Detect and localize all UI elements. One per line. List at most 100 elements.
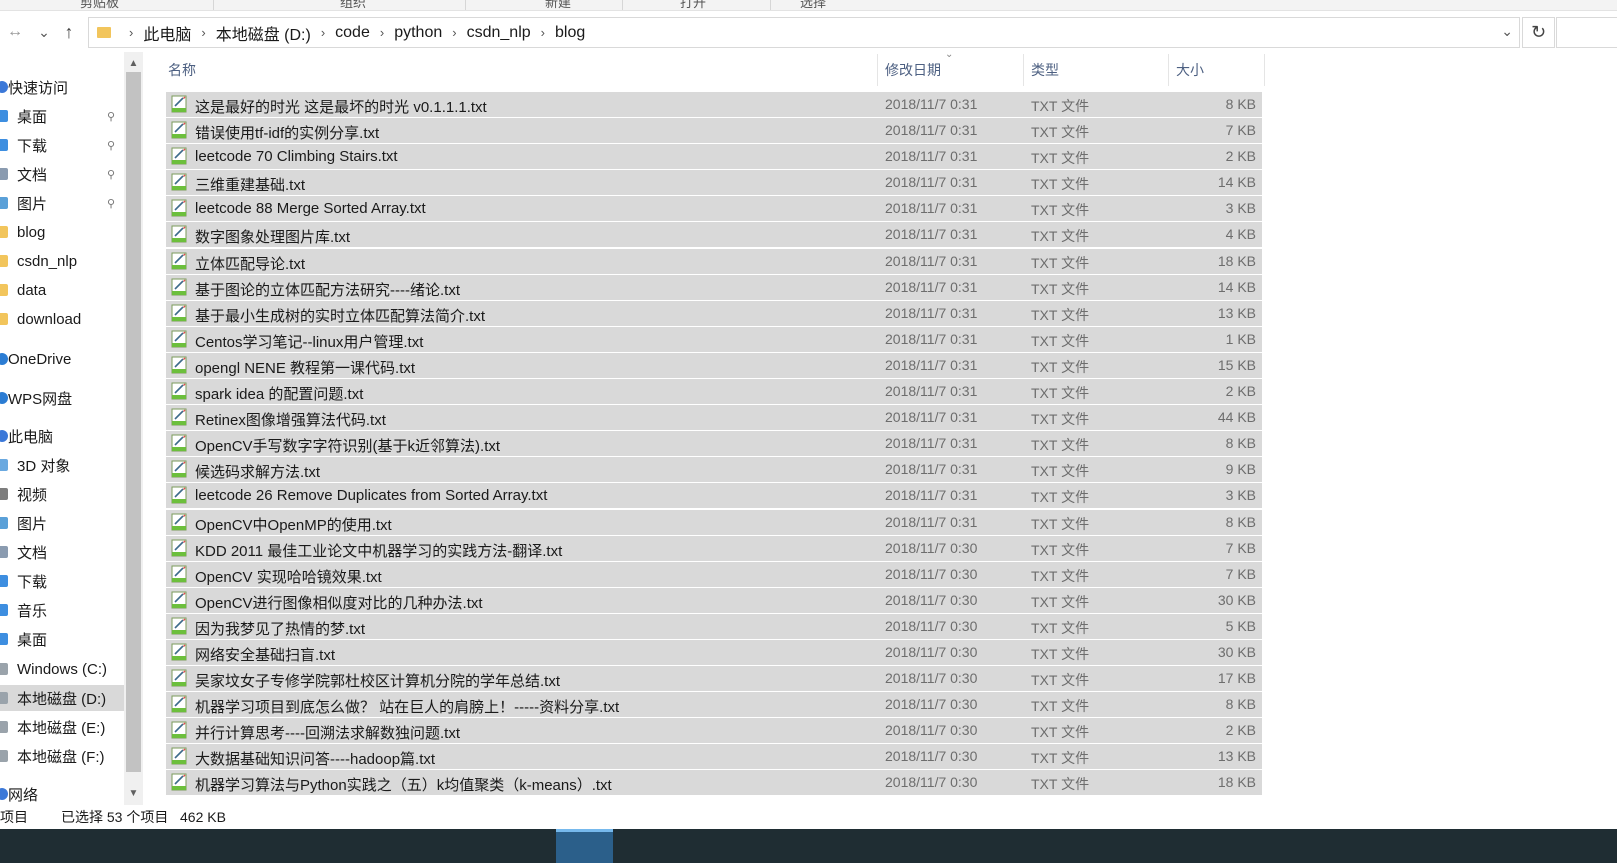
breadcrumb-item[interactable]: › 本地磁盘 (D:) [191,21,310,45]
sidebar-item[interactable]: 下载 [0,568,125,594]
sidebar-item[interactable]: 文档 ⚲ [0,161,125,187]
file-name[interactable]: 基于最小生成树的实时立体匹配算法简介.txt [195,305,485,326]
file-name[interactable]: 并行计算思考----回溯法求解数独问题.txt [195,722,460,743]
file-name[interactable]: 基于图论的立体匹配方法研究----绪论.txt [195,279,460,300]
file-row[interactable]: OpenCV 实现哈哈镜效果.txt 2018/11/7 0:30 TXT 文件 7 … [166,561,1262,587]
sidebar-item[interactable]: 快速访问 [0,74,125,100]
file-name[interactable]: 吴家坟女子专修学院郭杜校区计算机分院的学年总结.txt [195,670,560,691]
column-header-size[interactable]: 大小 [1176,52,1204,88]
column-header-name[interactable]: 名称 [168,52,196,88]
sidebar-item[interactable]: data [0,277,125,303]
sidebar-item[interactable]: csdn_nlp [0,248,125,274]
file-row[interactable]: 立体匹配导论.txt 2018/11/7 0:31 TXT 文件 18 KB [166,248,1262,274]
sidebar-item[interactable]: 桌面 ⚲ [0,103,125,129]
sidebar-item[interactable]: 下载 ⚲ [0,132,125,158]
sidebar-item[interactable]: 此电脑 [0,423,125,449]
file-name[interactable]: 错误使用tf-idf的实例分享.txt [195,122,379,143]
file-name[interactable]: 因为我梦见了热情的梦.txt [195,618,365,639]
forward-button[interactable]: → [0,20,30,44]
file-name[interactable]: spark idea 的配置问题.txt [195,383,363,404]
breadcrumb-item[interactable]: › blog [531,24,586,42]
breadcrumb-item[interactable]: › 此电脑 [119,21,191,45]
file-name[interactable]: KDD 2011 最佳工业论文中机器学习的实践方法-翻译.txt [195,540,562,561]
column-divider[interactable] [1264,54,1265,86]
file-name[interactable]: leetcode 88 Merge Sorted Array.txt [195,200,426,217]
scroll-up-icon[interactable]: ▲ [124,54,143,72]
sidebar-item[interactable]: 音乐 [0,597,125,623]
file-row[interactable]: 吴家坟女子专修学院郭杜校区计算机分院的学年总结.txt 2018/11/7 0:3… [166,666,1262,692]
file-name[interactable]: 三维重建基础.txt [195,174,305,195]
sidebar-item[interactable]: 视频 [0,481,125,507]
file-row[interactable]: 数字图象处理图片库.txt 2018/11/7 0:31 TXT 文件 4 KB [166,222,1262,248]
file-row[interactable]: 基于最小生成树的实时立体匹配算法简介.txt 2018/11/7 0:31 TXT … [166,300,1262,326]
file-row[interactable]: OpenCV手写数字字符识别(基于k近邻算法).txt 2018/11/7 0:3… [166,431,1262,457]
sidebar-item[interactable]: 图片 ⚲ [0,190,125,216]
file-row[interactable]: 网络安全基础扫盲.txt 2018/11/7 0:30 TXT 文件 30 KB [166,639,1262,665]
scrollbar-thumb[interactable] [126,72,141,772]
file-name[interactable]: Centos学习笔记--linux用户管理.txt [195,331,423,352]
file-row[interactable]: Centos学习笔记--linux用户管理.txt 2018/11/7 0:31 T… [166,326,1262,352]
file-name[interactable]: 立体匹配导论.txt [195,253,305,274]
file-row[interactable]: 这是最好的时光 这是最坏的时光 v0.1.1.1.txt 2018/11/7 0:… [166,92,1262,117]
file-row[interactable]: Retinex图像增强算法代码.txt 2018/11/7 0:31 TXT 文件 4… [166,405,1262,431]
file-name[interactable]: OpenCV进行图像相似度对比的几种办法.txt [195,592,483,613]
file-row[interactable]: 并行计算思考----回溯法求解数独问题.txt 2018/11/7 0:30 TXT… [166,718,1262,744]
sidebar-item[interactable]: OneDrive [0,346,125,372]
file-name[interactable]: 候选码求解方法.txt [195,461,320,482]
breadcrumb-python[interactable]: python [394,24,442,42]
column-divider[interactable] [1023,54,1024,86]
file-name[interactable]: 数字图象处理图片库.txt [195,226,350,247]
column-divider[interactable] [877,54,878,86]
breadcrumb-item[interactable]: › python [370,24,442,42]
file-row[interactable]: leetcode 26 Remove Duplicates from Sorte… [166,483,1262,509]
file-row[interactable]: leetcode 88 Merge Sorted Array.txt 2018/1… [166,196,1262,222]
sidebar-item[interactable]: download [0,306,125,332]
breadcrumb-item[interactable]: › csdn_nlp [442,24,530,42]
sidebar-item[interactable]: 3D 对象 [0,452,125,478]
sidebar-item[interactable]: 本地磁盘 (F:) [0,743,125,769]
breadcrumb-csdn-nlp[interactable]: csdn_nlp [467,24,531,42]
breadcrumb-code[interactable]: code [335,24,370,42]
file-row[interactable]: 机器学习算法与Python实践之（五）k均值聚类（k-means）.txt 201… [166,770,1262,796]
file-name[interactable]: 网络安全基础扫盲.txt [195,644,335,665]
taskbar-active-app[interactable] [556,829,613,863]
file-row[interactable]: 错误使用tf-idf的实例分享.txt 2018/11/7 0:31 TXT 文件 7… [166,118,1262,144]
file-name[interactable]: Retinex图像增强算法代码.txt [195,409,386,430]
file-name[interactable]: leetcode 70 Climbing Stairs.txt [195,148,398,165]
file-name[interactable]: leetcode 26 Remove Duplicates from Sorte… [195,487,547,504]
scroll-down-icon[interactable]: ▼ [124,784,143,802]
address-dropdown-icon[interactable]: ⌄ [1501,23,1513,40]
breadcrumb-item[interactable]: › code [311,24,370,42]
address-bar[interactable]: › 此电脑 › 本地磁盘 (D:) › code › python › csdn_nlp … [88,17,1520,48]
sidebar-item[interactable]: 图片 [0,510,125,536]
file-row[interactable]: 因为我梦见了热情的梦.txt 2018/11/7 0:30 TXT 文件 5 KB [166,613,1262,639]
file-name[interactable]: OpenCV 实现哈哈镜效果.txt [195,566,382,587]
file-row[interactable]: 三维重建基础.txt 2018/11/7 0:31 TXT 文件 14 KB [166,170,1262,196]
file-row[interactable]: 基于图论的立体匹配方法研究----绪论.txt 2018/11/7 0:31 TXT… [166,274,1262,300]
file-name[interactable]: OpenCV中OpenMP的使用.txt [195,514,392,535]
file-name[interactable]: opengl NENE 教程第一课代码.txt [195,357,415,378]
file-name[interactable]: 机器学习算法与Python实践之（五）k均值聚类（k-means）.txt [195,774,612,795]
breadcrumb-this-pc[interactable]: 此电脑 [143,21,191,45]
file-row[interactable]: OpenCV进行图像相似度对比的几种办法.txt 2018/11/7 0:30 TX… [166,587,1262,613]
file-row[interactable]: spark idea 的配置问题.txt 2018/11/7 0:31 TXT 文件… [166,379,1262,405]
recent-locations-button[interactable]: ⌄ [34,20,54,44]
search-input[interactable] [1556,17,1617,48]
sidebar-item[interactable]: blog [0,219,125,245]
sidebar-item[interactable]: WPS网盘 [0,385,125,411]
file-row[interactable]: 大数据基础知识问答----hadoop篇.txt 2018/11/7 0:30 TX… [166,744,1262,770]
sidebar-item[interactable]: Windows (C:) [0,656,125,682]
sidebar-item[interactable]: 文档 [0,539,125,565]
column-header-date[interactable]: 修改日期 [885,52,941,88]
file-name[interactable]: 大数据基础知识问答----hadoop篇.txt [195,748,435,769]
column-header-type[interactable]: 类型 [1031,52,1059,88]
file-name[interactable]: 这是最好的时光 这是最坏的时光 v0.1.1.1.txt [195,96,487,117]
breadcrumb-blog[interactable]: blog [555,24,585,42]
file-row[interactable]: opengl NENE 教程第一课代码.txt 2018/11/7 0:31 TXT… [166,352,1262,378]
file-name[interactable]: OpenCV手写数字字符识别(基于k近邻算法).txt [195,435,500,456]
file-name[interactable]: 机器学习项目到底怎么做？ 站在巨人的肩膀上！-----资料分享.txt [195,696,619,717]
file-row[interactable]: KDD 2011 最佳工业论文中机器学习的实践方法-翻译.txt 2018/11/… [166,535,1262,561]
file-row[interactable]: 候选码求解方法.txt 2018/11/7 0:31 TXT 文件 9 KB [166,457,1262,483]
sidebar-item[interactable]: 网络 [0,781,125,807]
file-row[interactable]: leetcode 70 Climbing Stairs.txt 2018/11/7… [166,144,1262,170]
